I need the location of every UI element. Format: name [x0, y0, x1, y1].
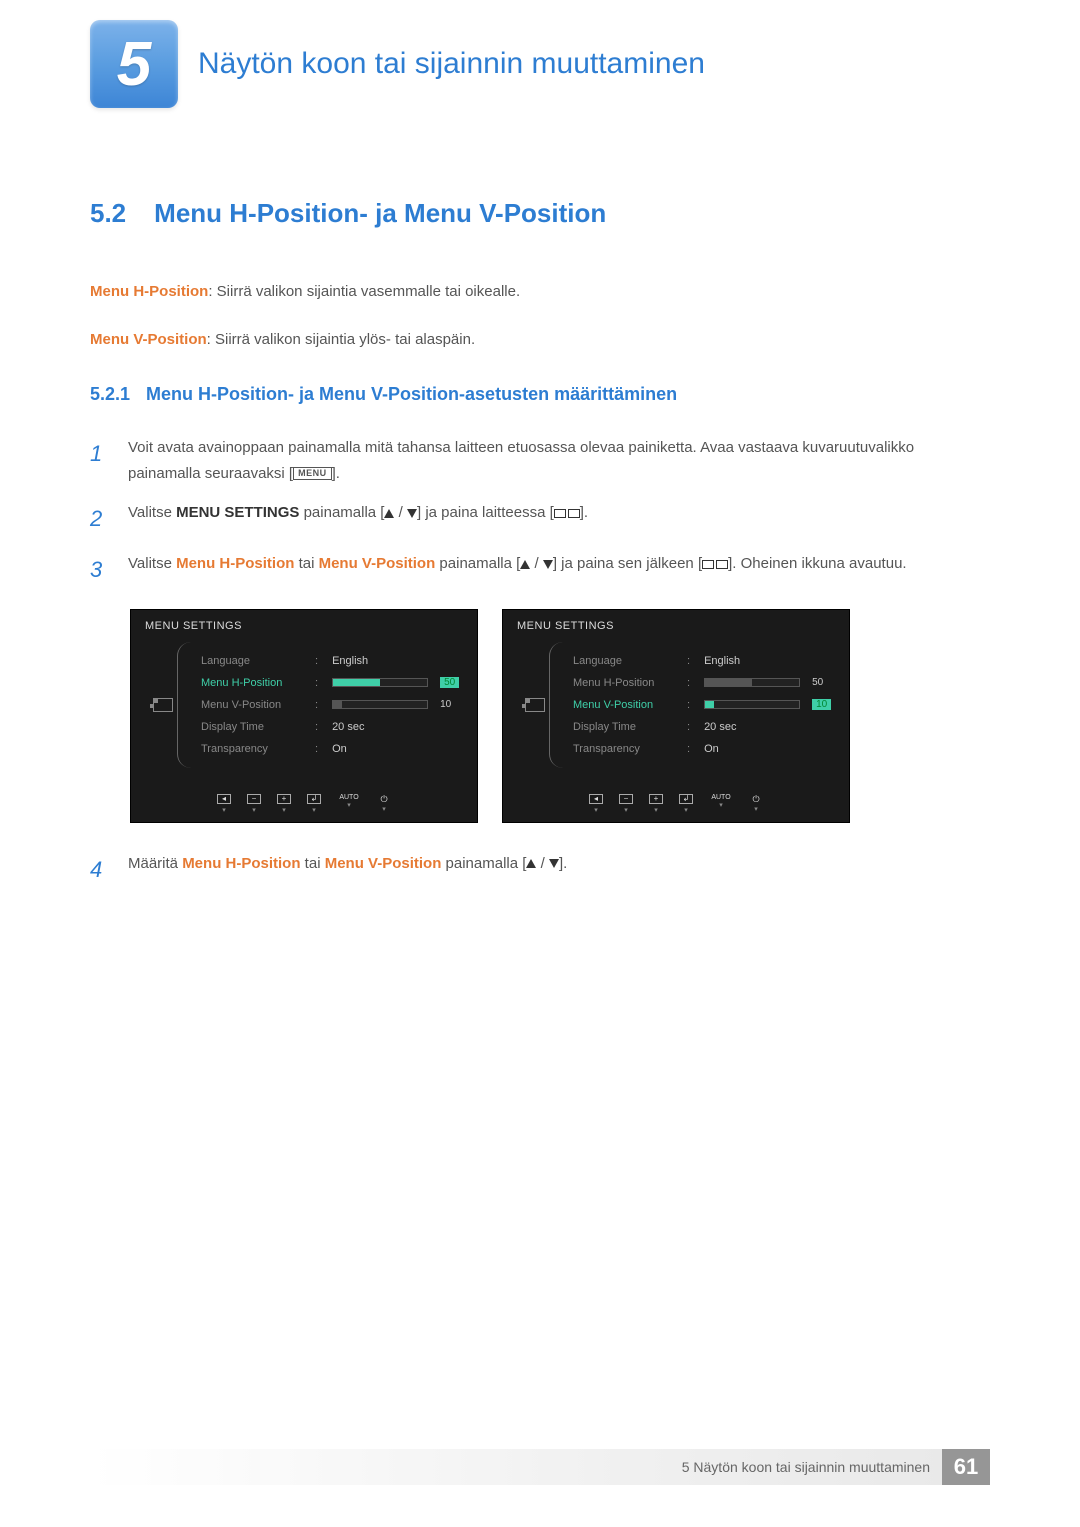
osd-vpos-selected: Menu V-Position [573, 699, 681, 711]
osd-auto-btn: AUTO▾ [707, 794, 735, 814]
osd-auto-btn: AUTO▾ [335, 794, 363, 814]
osd-enter-btn: ↲▾ [677, 794, 695, 814]
step-number: 3 [90, 551, 110, 588]
menu-icon: MENU [293, 467, 332, 481]
vpos-text: : Siirrä valikon sijaintia ylös- tai ala… [207, 331, 475, 348]
step-1: 1 Voit avata avainoppaan painamalla mitä… [90, 435, 990, 486]
osd-left-btn: ◂▾ [587, 794, 605, 814]
osd-screenshots: MENU SETTINGS Language:English Menu H-Po… [130, 609, 990, 823]
enter-icon [554, 509, 580, 518]
position-icon [525, 698, 545, 712]
up-icon [384, 509, 394, 518]
page-number: 61 [942, 1449, 990, 1485]
osd-title: MENU SETTINGS [517, 620, 835, 632]
osd-plus-btn: +▾ [647, 794, 665, 814]
hpos-label: Menu H-Position [90, 283, 208, 300]
up-icon [526, 859, 536, 868]
chapter-badge: 5 [90, 20, 178, 108]
step-number: 1 [90, 435, 110, 486]
position-icon [153, 698, 173, 712]
step-number: 4 [90, 851, 110, 888]
osd-minus-btn: −▾ [617, 794, 635, 814]
subsection-heading: 5.2.1 Menu H-Position- ja Menu V-Position… [90, 384, 990, 405]
osd-title: MENU SETTINGS [145, 620, 463, 632]
footer-text: 5 Näytön koon tai sijainnin muuttaminen [682, 1459, 930, 1475]
down-icon [543, 560, 553, 569]
up-icon [520, 560, 530, 569]
osd-minus-btn: −▾ [245, 794, 263, 814]
osd-panel-vpos: MENU SETTINGS Language:English Menu H-Po… [502, 609, 850, 823]
osd-plus-btn: +▾ [275, 794, 293, 814]
osd-left-btn: ◂▾ [215, 794, 233, 814]
down-icon [407, 509, 417, 518]
subsection-number: 5.2.1 [90, 384, 130, 404]
osd-enter-btn: ↲▾ [305, 794, 323, 814]
page-footer: 5 Näytön koon tai sijainnin muuttaminen … [90, 1449, 990, 1485]
chapter-header: 5 Näytön koon tai sijainnin muuttaminen [90, 20, 990, 108]
osd-hpos-selected: Menu H-Position [201, 677, 309, 689]
osd-power-btn: ⏻▾ [747, 794, 765, 814]
down-icon [549, 859, 559, 868]
section-number: 5.2 [90, 198, 126, 228]
subsection-title: Menu H-Position- ja Menu V-Position-aset… [146, 384, 677, 404]
chapter-number: 5 [117, 29, 151, 100]
section-heading: 5.2 Menu H-Position- ja Menu V-Position [90, 198, 990, 229]
osd-panel-hpos: MENU SETTINGS Language:English Menu H-Po… [130, 609, 478, 823]
vpos-label: Menu V-Position [90, 331, 207, 348]
enter-icon [702, 560, 728, 569]
osd-power-btn: ⏻▾ [375, 794, 393, 814]
intro-hpos: Menu H-Position: Siirrä valikon sijainti… [90, 279, 990, 305]
chapter-title: Näytön koon tai sijainnin muuttaminen [198, 47, 705, 81]
step-number: 2 [90, 500, 110, 537]
step-2: 2 Valitse MENU SETTINGS painamalla [ / ]… [90, 500, 990, 537]
hpos-text: : Siirrä valikon sijaintia vasemmalle ta… [208, 283, 520, 300]
section-title: Menu H-Position- ja Menu V-Position [154, 198, 606, 228]
step-3: 3 Valitse Menu H-Position tai Menu V-Pos… [90, 551, 990, 588]
step-4: 4 Määritä Menu H-Position tai Menu V-Pos… [90, 851, 990, 888]
intro-vpos: Menu V-Position: Siirrä valikon sijainti… [90, 327, 990, 353]
